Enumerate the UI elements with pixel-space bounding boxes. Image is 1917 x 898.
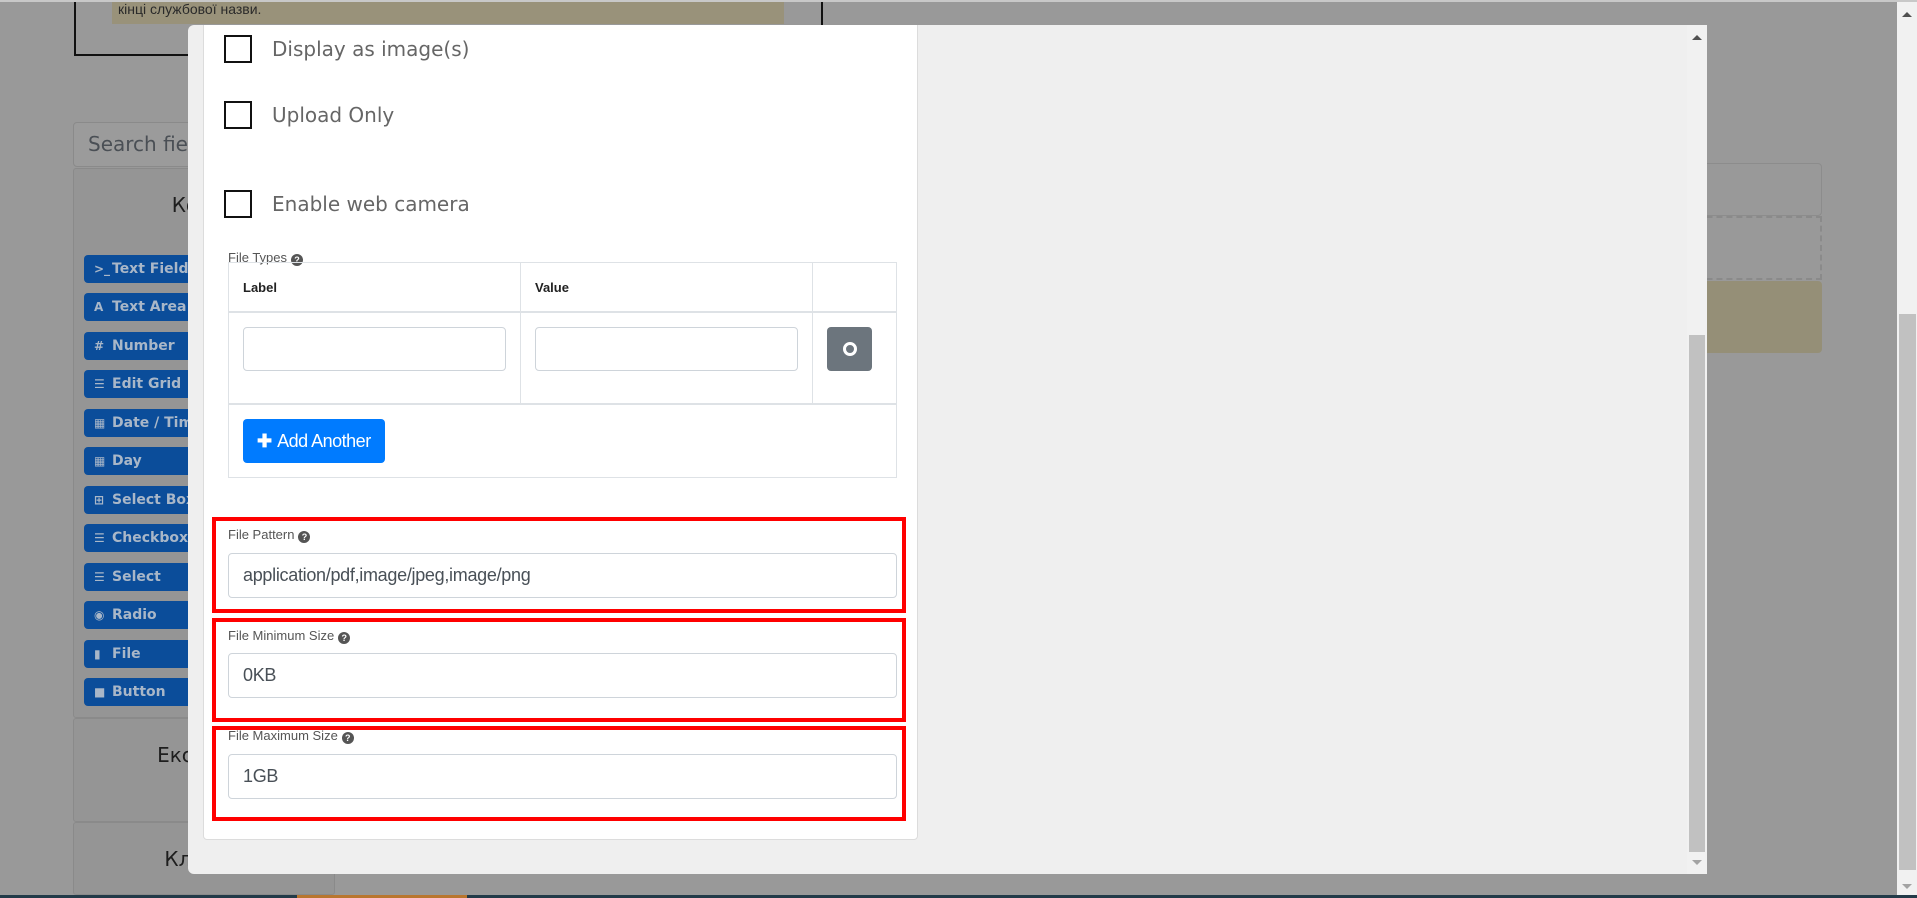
remove-row-button[interactable] <box>827 327 872 371</box>
modal-scroll-up-icon[interactable] <box>1692 35 1702 40</box>
modal-scrollbar[interactable] <box>1687 25 1707 874</box>
upload-only-row[interactable]: Upload Only <box>224 101 394 129</box>
page-scrollbar[interactable] <box>1897 2 1917 895</box>
component-label: Checkbox <box>112 530 189 546</box>
component-label: Date / Tim <box>112 415 194 431</box>
component-label: File <box>112 646 141 662</box>
upload-only-label: Upload Only <box>272 103 395 127</box>
component-label: Select <box>112 569 161 585</box>
component-label: Radio <box>112 607 157 623</box>
plus-square-icon: ⊞ <box>94 493 105 507</box>
enable-web-camera-checkbox[interactable] <box>224 190 252 218</box>
file-min-size-input[interactable]: 0KB <box>228 653 897 698</box>
component-label: Text Area <box>112 299 187 315</box>
tasks-icon: ☰ <box>94 377 105 391</box>
modal-scrollbar-thumb[interactable] <box>1689 335 1705 852</box>
file-type-label-input[interactable] <box>243 327 506 371</box>
plus-icon: ✚ <box>257 431 272 451</box>
file-pattern-label: File Pattern <box>228 527 295 542</box>
list-icon: ☰ <box>94 531 105 545</box>
th-list-icon: ☰ <box>94 570 105 584</box>
stop-icon: ■ <box>94 685 106 699</box>
component-label: Number <box>112 338 175 354</box>
file-max-size-input[interactable]: 1GB <box>228 754 897 799</box>
file-pattern-input[interactable]: application/pdf,image/jpeg,image/png <box>228 553 897 598</box>
enable-web-camera-row[interactable]: Enable web camera <box>224 190 470 218</box>
file-max-size-label: File Maximum Size <box>228 728 338 743</box>
file-icon: ▮ <box>94 647 101 661</box>
table-row <box>229 313 896 405</box>
component-label: Select Box <box>112 492 196 508</box>
calendar-icon: ▦ <box>94 416 106 430</box>
calendar-icon: ▦ <box>94 454 106 468</box>
display-as-image-checkbox[interactable] <box>224 35 252 63</box>
help-icon[interactable]: ? <box>298 531 311 543</box>
upload-only-checkbox[interactable] <box>224 101 252 129</box>
remove-circle-icon <box>842 342 857 356</box>
file-settings-panel: Display as image(s) Upload Only Enable w… <box>203 25 918 840</box>
font-icon: A <box>94 300 104 314</box>
window-top-border <box>0 0 1917 2</box>
enable-web-camera-label: Enable web camera <box>272 192 470 216</box>
hashtag-icon: # <box>94 339 105 353</box>
scroll-down-icon[interactable] <box>1902 884 1912 889</box>
display-as-image-row[interactable]: Display as image(s) <box>224 35 469 63</box>
background-note: кінці службової назви. <box>112 2 784 24</box>
modal-scroll-down-icon[interactable] <box>1692 860 1702 865</box>
column-header-value: Value <box>521 263 813 311</box>
file-types-table: Label Value ✚ Add Another <box>228 262 897 478</box>
file-types-header: Label Value <box>229 263 896 313</box>
page-scrollbar-thumb[interactable] <box>1899 314 1916 870</box>
component-label: Text Field <box>112 261 189 277</box>
component-label: Edit Grid <box>112 376 182 392</box>
dot-circle-icon: ◉ <box>94 608 105 622</box>
file-type-value-input[interactable] <box>535 327 798 371</box>
add-another-label: Add Another <box>277 431 371 451</box>
file-pattern-label-wrap: File Pattern? <box>228 527 311 543</box>
component-label: Day <box>112 453 142 469</box>
terminal-icon: >_ <box>94 262 111 276</box>
file-max-size-label-wrap: File Maximum Size? <box>228 728 354 744</box>
component-label: Button <box>112 684 166 700</box>
help-icon[interactable]: ? <box>338 632 351 644</box>
help-icon[interactable]: ? <box>341 732 354 744</box>
display-as-image-label: Display as image(s) <box>272 37 470 61</box>
column-header-label: Label <box>229 263 521 311</box>
component-settings-modal: Display as image(s) Upload Only Enable w… <box>188 25 1707 874</box>
scroll-up-icon[interactable] <box>1902 12 1912 17</box>
column-header-actions <box>813 263 896 311</box>
file-min-size-label: File Minimum Size <box>228 628 335 643</box>
add-another-button[interactable]: ✚ Add Another <box>243 419 385 463</box>
file-min-size-label-wrap: File Minimum Size? <box>228 628 351 644</box>
